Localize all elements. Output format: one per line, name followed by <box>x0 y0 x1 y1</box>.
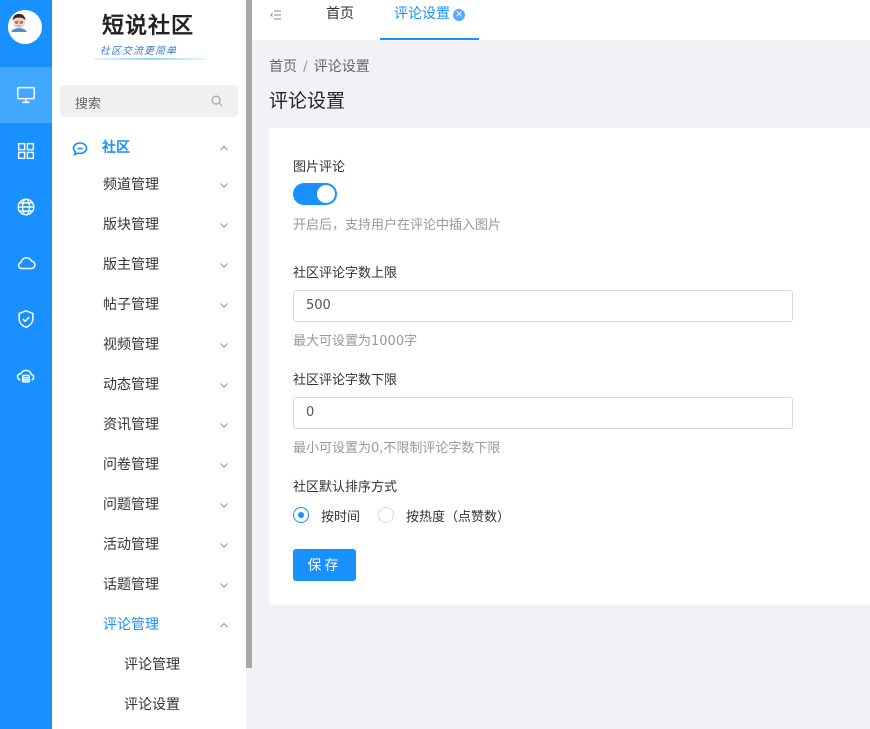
monitor-icon <box>17 86 35 104</box>
search-icon <box>211 95 223 107</box>
page-title: 评论设置 <box>269 90 346 112</box>
sidebar-item-posts[interactable]: 帖子管理 <box>52 285 246 325</box>
tab-bar: 首页 评论设置 ✕ <box>252 0 870 40</box>
chevron-up-icon <box>220 145 228 151</box>
grid-icon <box>17 142 35 160</box>
chevron-down-icon <box>220 503 228 508</box>
settings-card: 图片评论 开启后，支持用户在评论中插入图片 社区评论字数上限 500 最大可设置… <box>269 128 870 605</box>
sidebar-item-label: 频道管理 <box>103 177 159 193</box>
chevron-down-icon <box>220 383 228 388</box>
chevron-down-icon <box>220 223 228 228</box>
breadcrumb-separator: / <box>303 59 308 75</box>
max-chars-label: 社区评论字数上限 <box>293 266 398 281</box>
chevron-down-icon <box>220 543 228 548</box>
sidebar-item-moderator[interactable]: 版主管理 <box>52 245 246 285</box>
sidebar: 短说社区 社区交流更简单 搜索 社区 频道管理 版块管理 版主管理 帖子管理 视… <box>52 0 246 729</box>
breadcrumb-current: 评论设置 <box>313 59 370 75</box>
chevron-down-icon <box>220 263 228 268</box>
chevron-down-icon <box>220 183 228 188</box>
sidebar-item-channel[interactable]: 频道管理 <box>52 165 246 205</box>
rail-item-cloud-storage[interactable] <box>0 347 52 403</box>
sidebar-item-feed[interactable]: 动态管理 <box>52 365 246 405</box>
sidebar-item-label: 问题管理 <box>103 497 159 513</box>
breadcrumb-home[interactable]: 首页 <box>269 59 297 75</box>
rail-item-cloud[interactable] <box>0 235 52 291</box>
radio-circle <box>378 507 394 523</box>
min-chars-label: 社区评论字数下限 <box>293 373 398 388</box>
sort-by-time-label: 按时间 <box>321 510 361 525</box>
chat-icon <box>72 142 88 156</box>
tab-home[interactable]: 首页 <box>326 0 354 40</box>
min-chars-hint: 最小可设置为0,不限制评论字数下限 <box>293 441 501 456</box>
rail-item-globe[interactable] <box>0 179 52 235</box>
sort-label: 社区默认排序方式 <box>293 480 398 495</box>
rail-item-shield[interactable] <box>0 291 52 347</box>
search-input[interactable]: 搜索 <box>60 85 238 117</box>
sidebar-item-label: 帖子管理 <box>103 297 159 313</box>
chevron-down-icon <box>220 583 228 588</box>
min-chars-input[interactable]: 0 <box>293 397 793 429</box>
sidebar-item-video[interactable]: 视频管理 <box>52 325 246 365</box>
sidebar-item-label: 动态管理 <box>103 377 159 393</box>
tab-comment-settings-label: 评论设置 <box>394 6 450 22</box>
sidebar-subitem-label: 评论管理 <box>124 657 180 673</box>
sidebar-item-label: 活动管理 <box>103 537 159 553</box>
search-placeholder: 搜索 <box>75 97 102 112</box>
logo: 短说社区 社区交流更简单 <box>52 0 246 66</box>
logo-underline <box>94 58 206 60</box>
sidebar-item-label: 话题管理 <box>103 577 159 593</box>
max-chars-hint: 最大可设置为1000字 <box>293 334 418 349</box>
sidebar-item-survey[interactable]: 问卷管理 <box>52 445 246 485</box>
rail-item-grid[interactable] <box>0 123 52 179</box>
tab-comment-settings[interactable]: 评论设置 ✕ <box>380 0 479 40</box>
chevron-down-icon <box>220 463 228 468</box>
chevron-down-icon <box>220 423 228 428</box>
sidebar-item-label: 视频管理 <box>103 337 159 353</box>
rail-item-monitor[interactable] <box>0 67 52 123</box>
logo-title: 短说社区 <box>102 13 195 39</box>
chevron-down-icon <box>220 343 228 348</box>
image-comment-hint: 开启后，支持用户在评论中插入图片 <box>293 218 502 233</box>
avatar[interactable] <box>8 10 42 44</box>
sidebar-item-label: 资讯管理 <box>103 417 159 433</box>
sort-by-popularity-label: 按热度（点赞数） <box>406 510 511 525</box>
save-button[interactable]: 保存 <box>293 549 356 581</box>
sidebar-item-questions[interactable]: 问题管理 <box>52 485 246 525</box>
sidebar-item-topics[interactable]: 话题管理 <box>52 565 246 605</box>
toggle-knob <box>317 185 335 203</box>
chevron-down-icon <box>220 303 228 308</box>
tab-home-label: 首页 <box>326 6 354 22</box>
sidebar-group-community[interactable]: 社区 <box>52 128 246 168</box>
tab-close-icon[interactable]: ✕ <box>453 9 465 21</box>
cloud-storage-icon <box>16 369 35 383</box>
image-comment-label: 图片评论 <box>293 160 346 175</box>
sidebar-item-label: 版块管理 <box>103 217 159 233</box>
sidebar-subitem-comment-manage[interactable]: 评论管理 <box>52 645 246 685</box>
collapse-menu-icon[interactable] <box>269 8 283 22</box>
sidebar-group-label: 社区 <box>102 140 130 156</box>
cloud-icon <box>17 257 36 270</box>
sidebar-item-label: 版主管理 <box>103 257 159 273</box>
image-comment-toggle[interactable] <box>293 183 337 205</box>
globe-icon <box>17 198 35 216</box>
max-chars-input[interactable]: 500 <box>293 290 793 322</box>
chevron-up-icon <box>220 622 228 628</box>
sidebar-item-label: 问卷管理 <box>103 457 159 473</box>
shield-icon <box>18 309 34 329</box>
sidebar-item-label: 评论管理 <box>103 617 159 633</box>
sidebar-item-board[interactable]: 版块管理 <box>52 205 246 245</box>
sidebar-subitem-comment-settings[interactable]: 评论设置 <box>52 685 246 725</box>
sidebar-item-news[interactable]: 资讯管理 <box>52 405 246 445</box>
breadcrumb: 首页 / 评论设置 <box>269 56 370 76</box>
sidebar-subitem-label: 评论设置 <box>124 697 180 713</box>
radio-circle <box>293 507 309 523</box>
sidebar-scrollbar[interactable] <box>246 0 252 668</box>
icon-rail <box>0 0 52 729</box>
sidebar-item-comments[interactable]: 评论管理 <box>52 605 246 645</box>
sidebar-item-events[interactable]: 活动管理 <box>52 525 246 565</box>
logo-subtitle: 社区交流更简单 <box>100 46 177 57</box>
